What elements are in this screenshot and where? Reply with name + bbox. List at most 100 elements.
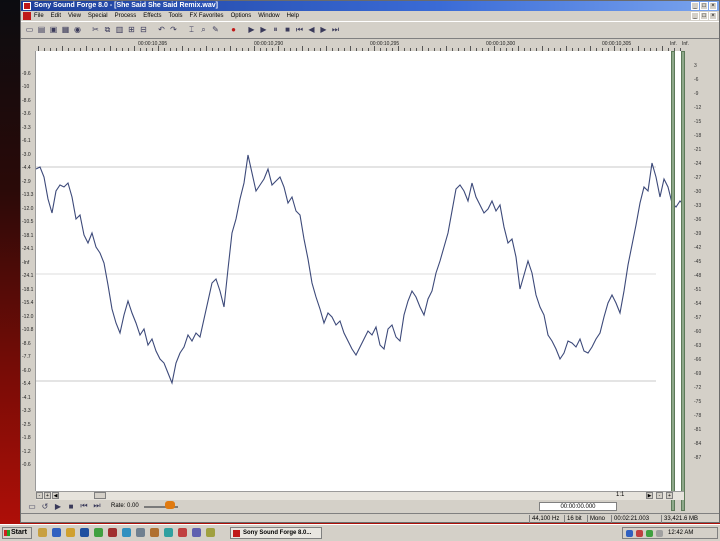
copy-icon[interactable]: ⧉ (102, 25, 113, 36)
play-icon[interactable]: ▶ (258, 25, 269, 36)
level-label: -10.8 (22, 327, 34, 333)
position-display[interactable]: 00:00:00.000 (539, 502, 617, 511)
go-end-icon[interactable]: ⏭ (330, 25, 341, 36)
trim-icon[interactable]: ⊟ (138, 25, 149, 36)
level-label: -12.0 (22, 314, 34, 320)
minimize-button[interactable]: _ (691, 2, 699, 10)
sample-rate[interactable]: 44,100 Hz (529, 515, 559, 523)
tray-volume-icon[interactable] (646, 530, 653, 537)
quicklaunch-folder-icon[interactable] (38, 528, 47, 537)
level-label: -15.4 (22, 300, 34, 306)
title-bar[interactable]: Sony Sound Forge 8.0 - [She Said She Sai… (21, 1, 719, 11)
redo-icon[interactable]: ↷ (168, 25, 179, 36)
scroll-thumb[interactable] (94, 492, 106, 499)
stop-button-icon[interactable]: ■ (66, 502, 76, 511)
quicklaunch-app-icon[interactable] (150, 528, 159, 537)
menu-view[interactable]: View (68, 13, 81, 19)
save-all-icon[interactable]: ▦ (60, 25, 71, 36)
scale-label: -39 (694, 231, 702, 237)
quicklaunch-app-icon[interactable] (164, 528, 173, 537)
loop-icon[interactable]: ↺ (40, 502, 50, 511)
magnify-tool-icon[interactable]: ⌕ (198, 25, 209, 36)
zoom-in-button[interactable]: + (44, 492, 51, 499)
mix-icon[interactable]: ⊞ (126, 25, 137, 36)
rewind-icon[interactable]: ◀ (306, 25, 317, 36)
channels[interactable]: Mono (587, 515, 605, 523)
menu-tools[interactable]: Tools (169, 13, 183, 19)
scale-label: -45 (694, 259, 702, 265)
menu-process[interactable]: Process (115, 13, 137, 19)
scale-label: -81 (694, 427, 702, 433)
level-label: -9.6 (22, 71, 31, 77)
rate-slider-thumb[interactable] (165, 501, 175, 509)
zoom-in-right-button[interactable]: + (666, 492, 673, 499)
file-length: 00:02:21.003 (611, 515, 649, 523)
edit-tool-icon[interactable]: ⌶ (186, 25, 197, 36)
go-start-icon[interactable]: ⏮ (294, 25, 305, 36)
scroll-left-button[interactable]: ◀ (52, 492, 59, 499)
save-icon[interactable]: ▣ (48, 25, 59, 36)
tray-app-icon[interactable] (656, 530, 663, 537)
quicklaunch-ie-icon[interactable] (52, 528, 61, 537)
menu-file[interactable]: File (34, 13, 44, 19)
paste-icon[interactable]: ▥ (114, 25, 125, 36)
quicklaunch-desktop-icon[interactable] (80, 528, 89, 537)
taskbar-sound-forge[interactable]: Sony Sound Forge 8.0... (230, 527, 322, 539)
go-end-button-icon[interactable]: ⏭ (92, 501, 102, 511)
menu-fx-favorites[interactable]: FX Favorites (190, 13, 224, 19)
tray-network-icon[interactable] (626, 530, 633, 537)
menu-help[interactable]: Help (287, 13, 299, 19)
bit-depth[interactable]: 16 bit (564, 515, 582, 523)
undo-icon[interactable]: ↶ (156, 25, 167, 36)
waveform-display[interactable] (35, 51, 685, 491)
cut-icon[interactable]: ✂ (90, 25, 101, 36)
menu-edit[interactable]: Edit (51, 13, 61, 19)
scroll-right-button[interactable]: ▶ (646, 492, 653, 499)
quicklaunch-app-icon[interactable] (192, 528, 201, 537)
app-icon[interactable] (23, 2, 31, 10)
menu-options[interactable]: Options (231, 13, 252, 19)
play-all-icon[interactable]: ▶ (246, 25, 257, 36)
quicklaunch-app-icon[interactable] (122, 528, 131, 537)
record-icon[interactable]: ● (228, 25, 239, 36)
doc-restore-button[interactable]: □ (700, 12, 708, 20)
quicklaunch-app-icon[interactable] (108, 528, 117, 537)
zoom-ratio: 1:1 (616, 492, 625, 498)
quicklaunch-app-icon[interactable] (206, 528, 215, 537)
maximize-button[interactable]: □ (700, 2, 708, 10)
waveform-trace (35, 154, 685, 385)
stop-icon[interactable]: ■ (282, 25, 293, 36)
properties-icon[interactable]: ◉ (72, 25, 83, 36)
doc-minimize-button[interactable]: _ (691, 12, 699, 20)
scale-label: -63 (694, 343, 702, 349)
quicklaunch-app-icon[interactable] (94, 528, 103, 537)
pause-icon[interactable]: ⏸ (270, 25, 281, 36)
menu-special[interactable]: Special (88, 13, 108, 19)
menu-window[interactable]: Window (258, 13, 279, 19)
scale-label: -84 (694, 441, 702, 447)
forward-icon[interactable]: ▶ (318, 25, 329, 36)
clock[interactable]: 12:42 AM (668, 528, 693, 538)
pencil-tool-icon[interactable]: ✎ (210, 25, 221, 36)
doc-close-button[interactable]: × (709, 12, 717, 20)
document-icon[interactable] (23, 12, 31, 20)
zoom-out-right-button[interactable]: - (656, 492, 663, 499)
level-label: -24.1 (22, 273, 34, 279)
menu-effects[interactable]: Effects (143, 13, 161, 19)
toolbar-separator (222, 25, 227, 36)
toolbar-separator (180, 25, 185, 36)
start-button[interactable]: Start (2, 527, 32, 539)
quicklaunch-app-icon[interactable] (178, 528, 187, 537)
new-icon[interactable]: ▭ (24, 25, 35, 36)
close-button[interactable]: × (709, 2, 717, 10)
tray-security-icon[interactable] (636, 530, 643, 537)
zoom-out-button[interactable]: - (36, 492, 43, 499)
record-button-icon[interactable]: ▭ (27, 502, 37, 511)
open-icon[interactable]: ▤ (36, 25, 47, 36)
quicklaunch-media-icon[interactable] (66, 528, 75, 537)
level-meters: Inf. Inf. (666, 41, 689, 511)
level-label: -10 (22, 84, 30, 90)
go-start-button-icon[interactable]: ⏮ (79, 501, 89, 511)
play-button-icon[interactable]: ▶ (53, 502, 63, 511)
quicklaunch-app-icon[interactable] (136, 528, 145, 537)
